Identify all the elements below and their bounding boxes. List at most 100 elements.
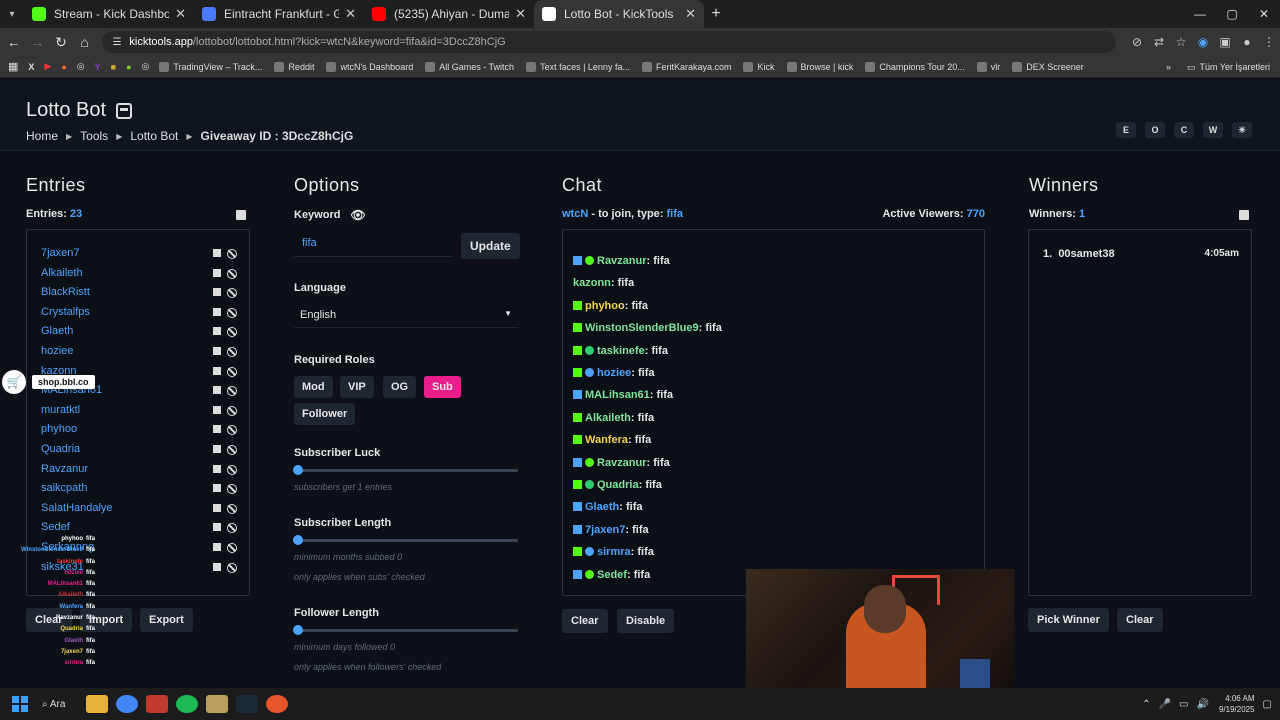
entry-name[interactable]: Glaeth [41,325,73,337]
youtube-bookmark-icon[interactable]: ▶ [44,61,51,72]
crumb-tools[interactable]: Tools [80,129,108,143]
theme-button-c[interactable]: C [1174,122,1194,138]
close-tab-icon[interactable]: ✕ [345,6,356,22]
remove-entry-icon[interactable] [213,464,221,473]
camera-blocked-icon[interactable]: ⊘ [1126,35,1148,49]
sub-length-slider[interactable] [293,535,518,545]
bookmark-item[interactable]: Kick [743,61,775,72]
ban-icon[interactable] [227,484,237,495]
stream-app-icon[interactable] [146,695,168,713]
back-icon[interactable]: ← [2,34,26,50]
role-sub[interactable]: Sub [424,376,461,398]
bookmark-item[interactable]: Reddit [274,61,314,72]
browser-tab[interactable]: (5235) Ahiyan - Duman (Official ✕ [364,0,534,28]
remove-entry-icon[interactable] [213,249,221,257]
browser-tab[interactable]: Eintracht Frankfurt - Galatasaray ✕ [194,0,364,28]
forward-icon[interactable]: → [26,34,50,50]
language-select[interactable]: English ▼ [294,304,518,328]
extension-icon[interactable]: ◉ [1192,35,1214,49]
slider-knob[interactable] [293,465,303,475]
ban-icon[interactable] [227,249,237,259]
ban-icon[interactable] [227,288,237,299]
chat-username[interactable]: sirmra [597,546,631,558]
windows-start-icon[interactable] [12,696,28,712]
crumb-lotto-bot[interactable]: Lotto Bot [130,129,178,143]
file-explorer-icon[interactable] [86,695,108,713]
close-tab-icon[interactable]: ✕ [685,6,696,22]
pick-winner-button[interactable]: Pick Winner [1028,608,1109,632]
ban-icon[interactable] [227,366,237,377]
remove-entry-icon[interactable] [213,366,221,375]
remove-entry-icon[interactable] [213,425,221,434]
app-icon[interactable] [206,695,228,713]
sub-luck-slider[interactable] [293,465,518,475]
chat-username[interactable]: taskinefe [597,345,645,357]
minimize-icon[interactable]: — [1184,0,1216,28]
tray-chevron-icon[interactable]: ⌃ [1142,699,1150,710]
menu-dots-icon[interactable]: ⋮ [1258,35,1280,49]
all-bookmarks[interactable]: » ▭ Tüm Yer İşaretleri [1166,56,1270,77]
theme-sun-icon[interactable]: ☀ [1232,122,1252,138]
remove-entry-icon[interactable] [213,543,221,551]
chat-username[interactable]: Glaeth [585,501,619,513]
reddit-small-icon[interactable]: ● [61,62,66,72]
close-window-icon[interactable]: ✕ [1248,0,1280,28]
chat-username[interactable]: kazonn [573,277,611,289]
remove-entry-icon[interactable] [213,386,221,395]
copy-entries-icon[interactable] [236,210,246,220]
bookmark-item[interactable]: Text faces | Lenny fa... [526,61,630,72]
ban-icon[interactable] [227,268,237,279]
bookmark-item[interactable]: FeritKarakaya.com [641,61,731,72]
remove-entry-icon[interactable] [213,562,221,571]
chat-username[interactable]: hoziee [597,367,631,379]
chat-username[interactable]: Alkaileth [585,412,631,424]
x-bookmark-icon[interactable]: X [28,62,34,72]
entries-export-button[interactable]: Export [140,608,193,632]
slider-knob[interactable] [293,625,303,635]
close-tab-icon[interactable]: ✕ [515,6,526,22]
entry-name[interactable]: Ravzanur [41,463,88,475]
entry-name[interactable]: Sedef [41,521,70,533]
bookmark-item[interactable]: Browse | kick [786,61,853,72]
ban-icon[interactable] [227,543,237,553]
browser-tab[interactable]: Lotto Bot - KickTools ✕ [534,0,704,28]
entry-name[interactable]: BlackRistt [41,286,90,298]
chat-username[interactable]: 7jaxen7 [585,524,625,536]
remove-entry-icon[interactable] [213,307,221,316]
entry-name[interactable]: SalatHandalye [41,502,113,514]
mic-icon[interactable]: 🎤 [1159,699,1171,710]
remove-entry-icon[interactable] [213,484,221,493]
eye-icon[interactable]: 👁 [350,208,365,222]
new-tab-button[interactable]: + [704,5,728,23]
crumb-home[interactable]: Home [26,129,58,143]
steam-icon[interactable] [236,695,258,713]
role-vip[interactable]: VIP [340,376,374,398]
display-icon[interactable]: ▭ [1179,699,1188,710]
profile-avatar[interactable]: ● [1236,35,1258,49]
volume-icon[interactable]: 🔊 [1197,699,1209,710]
chat-username[interactable]: Wanfera [585,434,628,446]
remove-entry-icon[interactable] [213,347,221,355]
chat-username[interactable]: MALihsan61 [585,389,650,401]
remove-entry-icon[interactable] [213,405,221,414]
bookmark-item[interactable]: wtcN's Dashboard [326,61,413,72]
ban-icon[interactable] [227,523,237,534]
site-info-icon[interactable]: ☰ [112,37,121,48]
theme-button-o[interactable]: O [1145,122,1165,138]
globe2-bookmark-icon[interactable]: ◎ [142,61,150,72]
entry-name[interactable]: Alkaileth [41,267,83,279]
remove-entry-icon[interactable] [213,445,221,453]
chat-username[interactable]: Quadria [597,479,639,491]
entry-name[interactable]: 7jaxen7 [41,247,80,259]
entry-name[interactable]: hoziee [41,345,73,357]
home-icon[interactable]: ⌂ [73,34,97,50]
chat-username[interactable]: Sedef [597,569,627,581]
role-follower[interactable]: Follower [294,403,356,425]
ban-icon[interactable] [227,445,237,455]
chat-username[interactable]: Ravzanur [597,255,647,267]
ban-icon[interactable] [227,503,237,514]
reload-icon[interactable]: ↻ [49,34,73,51]
translate-icon[interactable]: ⇄ [1148,35,1170,49]
ban-icon[interactable] [227,327,237,338]
remove-entry-icon[interactable] [213,503,221,512]
